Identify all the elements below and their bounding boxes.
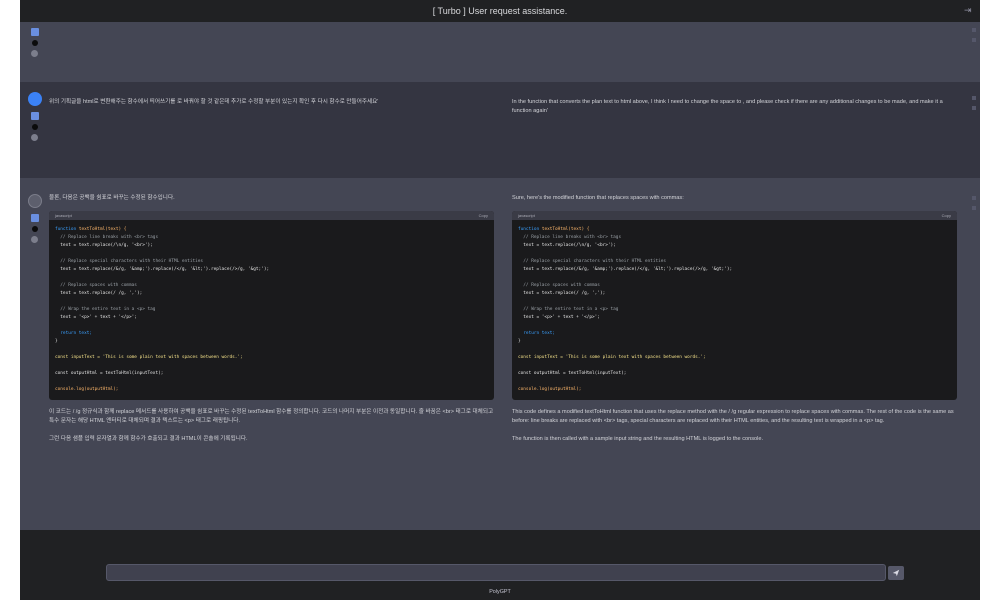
message-actions [28,28,42,61]
chat-app: [ Turbo ] User request assistance. ⇥ 위의 … [20,0,980,600]
message-input[interactable] [106,564,886,581]
regenerate-icon[interactable] [31,50,38,57]
status-dot-icon [32,40,38,46]
thumbs-down-icon[interactable] [972,206,976,210]
copy-code-button[interactable]: Copy [942,211,951,220]
window-title: [ Turbo ] User request assistance. [432,6,568,16]
assistant-message-row: 물론, 다음은 공백을 쉼표로 바꾸는 수정된 함수입니다. javascrip… [20,178,980,530]
status-dot-icon [32,124,38,130]
code-language: javascript [55,213,72,218]
response-paragraph: 그런 다음 샘플 입력 문자열과 함께 함수가 호출되고 결과 HTML이 콘솔… [49,436,248,442]
assistant-gutter [28,194,42,247]
copy-icon[interactable] [31,214,39,222]
assistant-avatar [28,194,42,208]
response-paragraph: This code defines a modified textToHtml … [512,409,954,424]
right-actions [972,196,978,216]
user-message-english: In the function that converts the plan t… [512,99,943,114]
right-actions [972,96,978,116]
code-header: javascript Copy [49,211,494,220]
send-icon [892,569,900,577]
code-block: javascript Copy function textToHtml(text… [49,211,494,400]
code-block: javascript Copy function textToHtml(text… [512,211,957,400]
code-content: function textToHtml(text) { // Replace l… [55,227,270,392]
thumbs-down-icon[interactable] [972,38,976,42]
copy-icon[interactable] [31,28,39,36]
thumbs-up-icon[interactable] [972,196,976,200]
user-message-korean: 위의 기획글을 html로 변환해주는 함수에서 띄어쓰기를 로 바꿔야 할 것… [49,99,379,105]
title-bar: [ Turbo ] User request assistance. ⇥ [20,0,980,22]
response-paragraph: 이 코드는 / /g 정규식과 함께 replace 메서드를 사용하여 공백을… [49,409,494,424]
code-content: function textToHtml(text) { // Replace l… [518,227,733,392]
previous-assistant-row [20,22,980,82]
assistant-response-english: Sure, here's the modified function that … [512,194,957,444]
thumbs-up-icon[interactable] [972,28,976,32]
user-avatar [28,92,42,106]
response-intro: Sure, here's the modified function that … [512,195,684,201]
user-gutter [28,92,42,145]
send-button[interactable] [888,566,904,580]
assistant-response-korean: 물론, 다음은 공백을 쉼표로 바꾸는 수정된 함수입니다. javascrip… [49,194,494,444]
thumbs-up-icon[interactable] [972,96,976,100]
thumbs-down-icon[interactable] [972,106,976,110]
copy-code-button[interactable]: Copy [479,211,488,220]
response-intro: 물론, 다음은 공백을 쉼표로 바꾸는 수정된 함수입니다. [49,195,175,201]
regenerate-icon[interactable] [31,134,38,141]
response-paragraph: The function is then called with a sampl… [512,436,764,442]
code-header: javascript Copy [512,211,957,220]
copy-icon[interactable] [31,112,39,120]
footer-brand: PolyGPT [489,589,511,595]
regenerate-icon[interactable] [31,236,38,243]
code-language: javascript [518,213,535,218]
user-message-row: 위의 기획글을 html로 변환해주는 함수에서 띄어쓰기를 로 바꿔야 할 것… [20,82,980,178]
status-dot-icon [32,226,38,232]
sidebar-collapse-icon[interactable]: ⇥ [964,5,974,15]
right-actions [972,28,978,48]
